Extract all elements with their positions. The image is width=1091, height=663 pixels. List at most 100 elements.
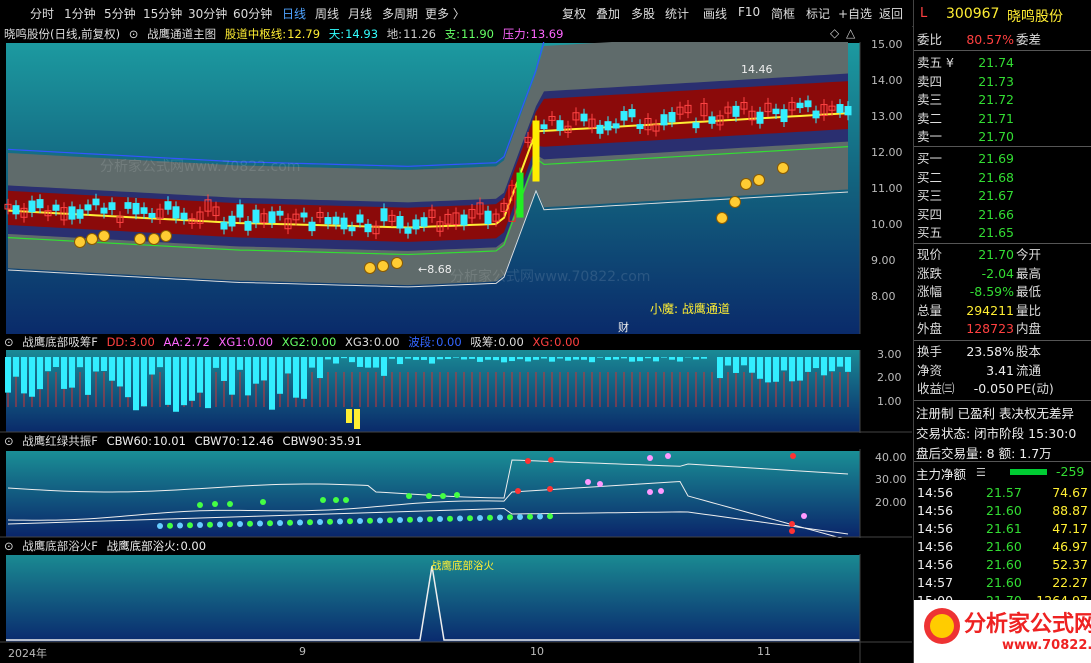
- stat2-value: 3.41: [986, 362, 1014, 378]
- bid-label: 买四: [917, 206, 943, 222]
- tab-monthly[interactable]: 月线: [348, 5, 372, 22]
- bid-row[interactable]: 买三 21.67: [914, 187, 1091, 205]
- tick-time: 14:56: [917, 539, 954, 554]
- stat2-value: 23.58%: [966, 344, 1014, 359]
- diejia-button[interactable]: 叠加: [596, 5, 620, 22]
- xaxis-label: 9: [299, 645, 306, 658]
- xg3-label: XG3:: [344, 335, 373, 349]
- zhuli-label: 主力净额: [916, 467, 967, 482]
- bid-label: 买三: [917, 188, 943, 203]
- bid-price: 21.67: [978, 188, 1014, 203]
- bid-price: 21.68: [978, 169, 1014, 185]
- up-arrow-icon[interactable]: △: [846, 26, 855, 40]
- weibi-value: 80.57%: [966, 32, 1014, 47]
- f10-button[interactable]: F10: [738, 5, 760, 19]
- panel3-name[interactable]: 战鹰红绿共振F: [22, 434, 98, 448]
- xg1-value: 0.00: [247, 335, 274, 349]
- panel3-toggle-icon[interactable]: ⊙: [4, 434, 14, 448]
- chart-area[interactable]: 分析家公式网www.70822.com 分析家公式网www.70822.com …: [0, 26, 912, 663]
- back-button[interactable]: 返回: [879, 5, 903, 22]
- tick-row: 14:56 21.61 47.17: [914, 520, 1091, 538]
- dd-value: 3.00: [129, 335, 155, 349]
- zhi-label: 支:: [444, 27, 461, 41]
- add-favorite-button[interactable]: +自选: [838, 5, 872, 22]
- duogu-button[interactable]: 多股: [631, 5, 655, 22]
- diamond-icon[interactable]: ◇: [830, 26, 839, 40]
- tab-weekly[interactable]: 周线: [315, 5, 339, 22]
- p2-yaxis-tick: 1.00: [877, 395, 902, 408]
- indicator-toggle-icon[interactable]: ⊙: [129, 27, 139, 41]
- stat-row: 外盘 128723 内盘: [914, 320, 1091, 338]
- stat2-row: 换手 23.58% 股本: [914, 343, 1091, 361]
- panel2-toggle-icon[interactable]: ⊙: [4, 335, 14, 349]
- jiankuang-button[interactable]: 简框: [771, 5, 795, 22]
- tab-60min[interactable]: 60分钟: [233, 5, 272, 22]
- bottom-caption: 小魔: 战鹰通道: [650, 302, 730, 316]
- panel4-name[interactable]: 战鹰底部浴火F: [22, 539, 98, 553]
- tick-volume: 74.67: [1052, 485, 1088, 500]
- stat-value: 128723: [966, 321, 1014, 336]
- yaxis-tick: 12.00: [871, 146, 903, 159]
- tick-time: 14:57: [917, 575, 954, 590]
- stat-label: 涨跌: [917, 265, 943, 281]
- biaoji-button[interactable]: 标记: [806, 5, 830, 22]
- ask-row[interactable]: 卖四 21.73: [914, 73, 1091, 91]
- cai-marker[interactable]: 财: [618, 319, 629, 335]
- bid-row[interactable]: 买四 21.66: [914, 206, 1091, 224]
- tab-multi-period[interactable]: 多周期: [382, 5, 418, 22]
- info-line-1: 注册制 已盈利 表决权无差异: [916, 406, 1074, 421]
- p3-yaxis-tick: 20.00: [875, 496, 907, 509]
- cbw70-label: CBW70:: [194, 434, 240, 448]
- yaxis-tick: 10.00: [871, 218, 903, 231]
- yaxis-tick: 14.00: [871, 74, 903, 87]
- stat-right-label: 量比: [1016, 302, 1042, 318]
- bid-row[interactable]: 买五 21.65: [914, 224, 1091, 242]
- tick-price: 21.60: [986, 539, 1022, 554]
- weibi-row: 委比 80.57% 委差: [914, 31, 1091, 49]
- tab-more[interactable]: 更多 〉: [425, 5, 465, 22]
- fuquan-button[interactable]: 复权: [562, 5, 586, 22]
- ask-price: 21.74: [978, 55, 1014, 70]
- panel4-toggle-icon[interactable]: ⊙: [4, 539, 14, 553]
- tab-daily[interactable]: 日线: [282, 5, 306, 22]
- bid-price: 21.69: [978, 151, 1014, 166]
- ask-row[interactable]: 卖二 21.71: [914, 110, 1091, 128]
- tab-15min[interactable]: 15分钟: [143, 5, 182, 22]
- ask-row[interactable]: 卖一 21.70: [914, 128, 1091, 146]
- info-line-2: 交易状态: 闭市阶段 15:30:0: [916, 426, 1077, 441]
- yuhuo-value: 0.00: [180, 539, 207, 553]
- ask-price: 21.73: [978, 73, 1014, 89]
- tab-fenshi[interactable]: 分时: [30, 5, 54, 22]
- yuhuo-peak-label: 战鹰底部浴火: [431, 560, 494, 572]
- bid-row[interactable]: 买一 21.69: [914, 150, 1091, 168]
- zhongshu-value: 12.79: [287, 27, 321, 41]
- ask-row[interactable]: 卖三 21.72: [914, 91, 1091, 109]
- ask-price: 21.70: [978, 129, 1014, 144]
- logo-area: 分析家公式网 www.70822.com: [914, 600, 1091, 663]
- bid-label: 买一: [917, 151, 943, 166]
- tongji-button[interactable]: 统计: [665, 5, 689, 22]
- stat-value: -2.04: [981, 265, 1014, 281]
- p3-yaxis-tick: 30.00: [875, 473, 907, 486]
- quote-title-bar: L 300967 晓鸣股份: [914, 0, 1091, 28]
- yaxis-tick: 13.00: [871, 110, 903, 123]
- tab-30min[interactable]: 30分钟: [188, 5, 227, 22]
- tab-1min[interactable]: 1分钟: [64, 5, 96, 22]
- tick-time: 14:56: [917, 503, 954, 518]
- tab-5min[interactable]: 5分钟: [104, 5, 136, 22]
- tick-volume: 22.27: [1052, 575, 1088, 590]
- list-icon[interactable]: ☰: [976, 466, 986, 479]
- zhongshu-label: 股道中枢线:: [224, 27, 287, 41]
- zhi-value: 11.90: [461, 27, 494, 41]
- ya-label: 压力:: [502, 27, 530, 41]
- bd-label: 波段:: [408, 335, 436, 349]
- tick-price: 21.60: [986, 575, 1022, 590]
- xaxis-label: 10: [530, 645, 544, 658]
- bid-row[interactable]: 买二 21.68: [914, 169, 1091, 187]
- xg2-value: 0.00: [310, 335, 337, 349]
- panel2-name[interactable]: 战鹰底部吸筹F: [22, 335, 98, 349]
- ask-row[interactable]: 卖五 ¥ 21.74: [914, 54, 1091, 72]
- huaxian-button[interactable]: 画线: [703, 5, 727, 22]
- tick-row: 14:56 21.60 52.37: [914, 556, 1091, 574]
- indicator-name[interactable]: 战鹰通道主图: [147, 27, 216, 41]
